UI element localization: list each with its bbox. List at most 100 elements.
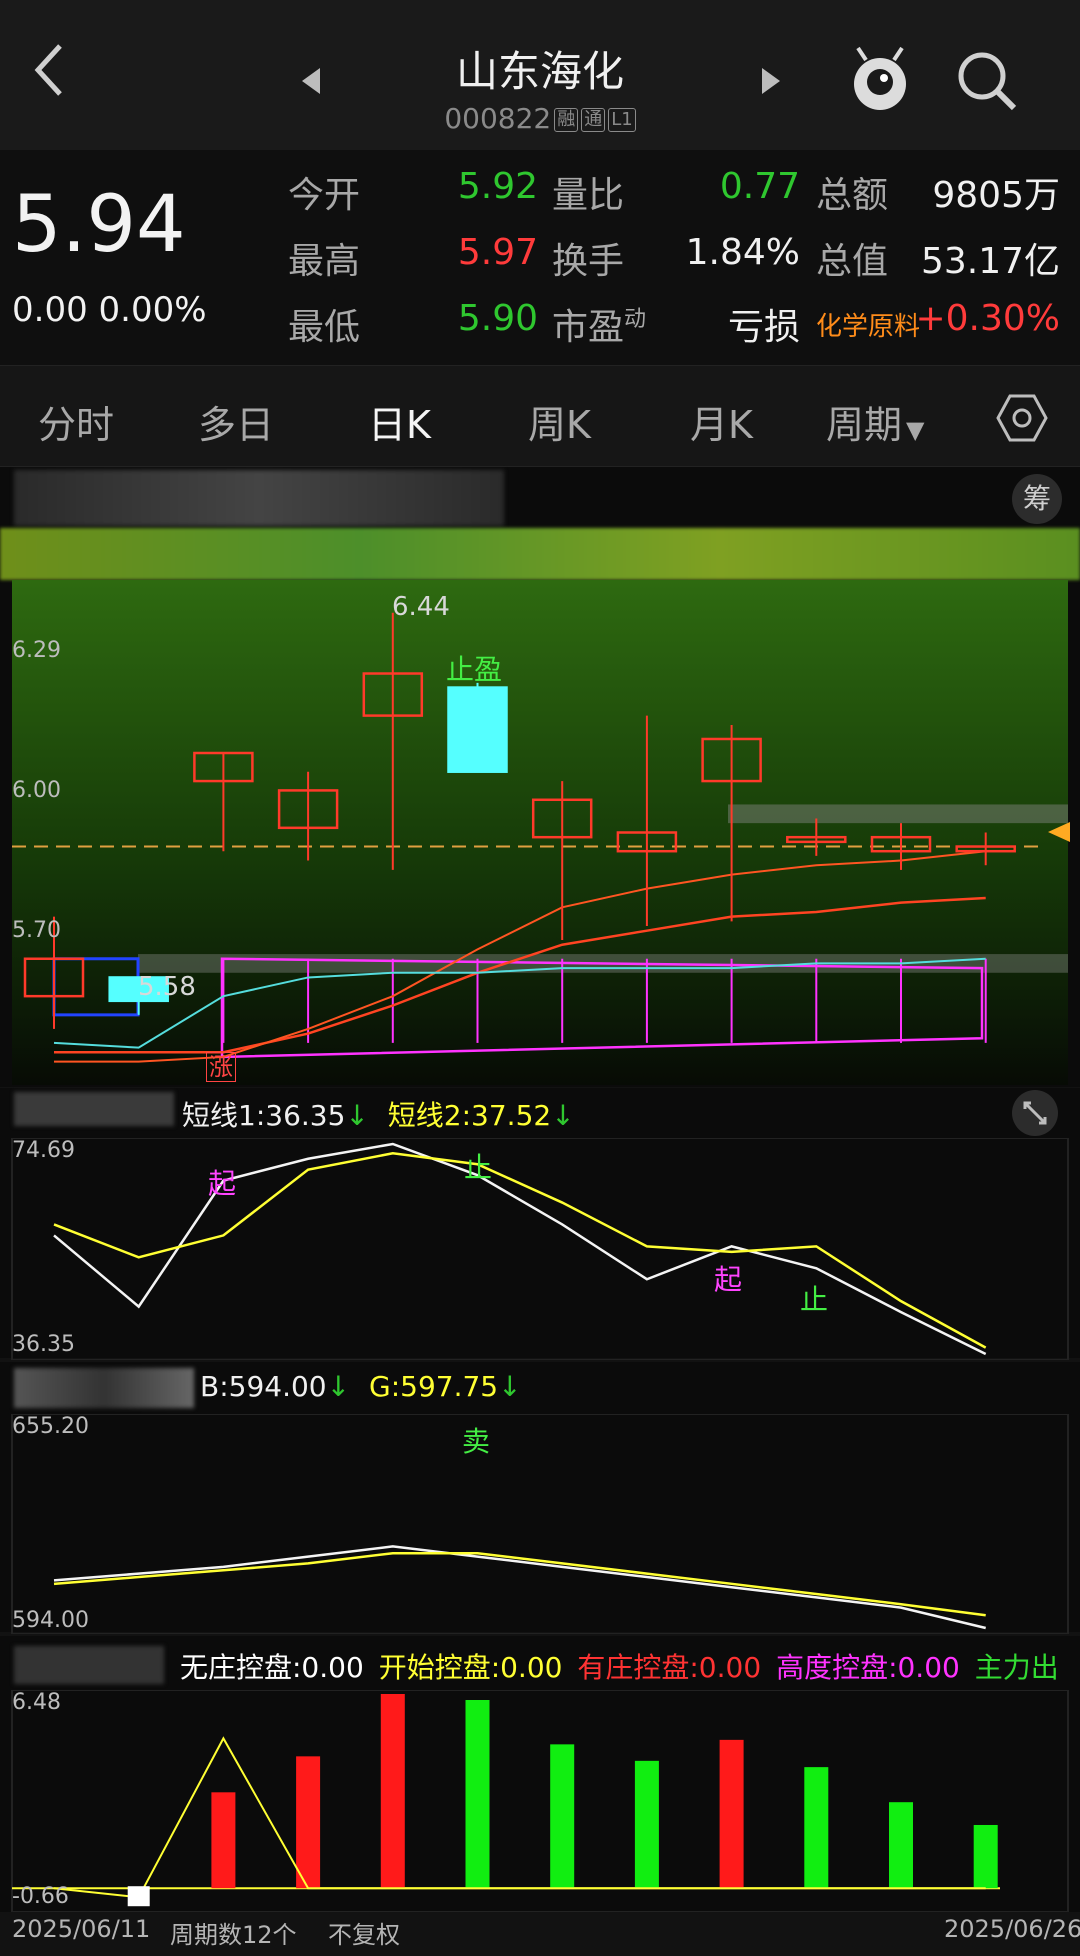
chevron-down-icon: ▼ [906, 416, 925, 444]
blurred-legend [14, 470, 504, 526]
down-arrow-icon: ↓ [326, 1370, 351, 1403]
indicator3-values: 无庄控盘:0.00 开始控盘:0.00 有庄控盘:0.00 高度控盘:0.00 … [180, 1646, 1059, 1686]
search-icon[interactable] [956, 50, 1018, 112]
control-bar [465, 1699, 490, 1889]
control-bar [211, 1792, 236, 1889]
control-bar [550, 1744, 575, 1889]
pe-value: 亏损 [727, 307, 800, 348]
indicator2-max: 655.20 [12, 1414, 89, 1439]
control-bar [634, 1760, 659, 1889]
short-line2-value: 短线2:37.52 [387, 1099, 552, 1132]
high-price-label: 6.44 [392, 592, 450, 622]
start-date: 2025/06/11 [12, 1915, 151, 1943]
indicator1-series-line [53, 1151, 987, 1349]
g-line-value: G:597.75 [369, 1370, 499, 1403]
period-count: 周期数12个 [170, 1921, 297, 1949]
tab-monthly-k[interactable]: 月K [690, 394, 753, 449]
price-change: 0.00 0.00% [12, 290, 207, 330]
sector-change: +0.30% [915, 298, 1060, 339]
stock-code-line: 000822 融通 L1 [0, 102, 1080, 135]
indicator2-min: 594.00 [12, 1608, 89, 1633]
low-price-label: 5.58 [138, 972, 196, 1002]
control-bar [804, 1767, 829, 1889]
open-label: 今开 [288, 175, 361, 216]
last-price: 5.94 [12, 180, 186, 270]
blurred-signal-bar [0, 528, 1080, 580]
stop-mark-1: 止 [464, 1151, 493, 1184]
price-axis-5-70: 5.70 [12, 918, 61, 943]
volume-ratio-label: 量比 [552, 175, 625, 216]
volume-ratio-value: 0.77 [719, 166, 800, 207]
period-tabs: 分时 多日 日K 周K 月K 周期 ▼ [0, 365, 1080, 467]
control-bar [973, 1824, 998, 1889]
turnover-value: 1.84% [685, 232, 800, 273]
chip-distribution-button[interactable]: 筹 [1012, 474, 1062, 524]
control-bar [296, 1756, 321, 1889]
mascot-icon[interactable] [848, 44, 912, 118]
price-axis-6-00: 6.00 [12, 778, 61, 803]
indicator3-min: -0.66 [12, 1884, 69, 1909]
control-bar [719, 1739, 744, 1889]
tab-intraday[interactable]: 分时 [38, 394, 114, 449]
amount-label: 总额 [816, 175, 889, 216]
stop-mark-2: 止 [800, 1283, 829, 1316]
indicator1-values: 短线1:36.35↓ 短线2:37.52↓ [182, 1094, 575, 1134]
stock-code: 000822 [444, 102, 552, 135]
indicator3-max: 6.48 [12, 1690, 61, 1715]
indicator2-values: B:594.00↓ G:597.75↓ [200, 1370, 522, 1403]
low-value: 5.90 [457, 298, 538, 339]
sell-mark: 卖 [462, 1425, 491, 1458]
next-stock-icon[interactable] [756, 66, 784, 96]
b-line-value: B:594.00 [200, 1370, 327, 1403]
pe-label-text: 市盈 [552, 307, 625, 348]
turnover-label: 换手 [552, 241, 625, 282]
short-line1-value: 短线1:36.35 [182, 1099, 346, 1132]
indicator1-chart [11, 1138, 1069, 1360]
control-bar [380, 1694, 405, 1889]
candle-body [447, 686, 508, 773]
settings-hexagon-icon[interactable] [996, 392, 1048, 444]
start-control-value: 开始控盘:0.00 [378, 1651, 563, 1684]
tab-period-dropdown[interactable]: 周期 ▼ [826, 394, 924, 449]
indicator3-chart [11, 1690, 1069, 1912]
kline-chart [12, 580, 1068, 1085]
blurred-indicator2-name [14, 1368, 194, 1408]
blurred-indicator3-name [14, 1646, 164, 1684]
high-value: 5.97 [457, 232, 538, 273]
rise-tag: 涨 [206, 1052, 236, 1082]
price-axis-6-29: 6.29 [12, 638, 61, 663]
tab-period-label: 周期 [826, 403, 903, 447]
adjust-mode[interactable]: 不复权 [328, 1915, 400, 1950]
down-arrow-icon: ↓ [498, 1370, 522, 1403]
tab-multi-day[interactable]: 多日 [198, 394, 274, 449]
low-label: 最低 [288, 307, 361, 348]
change-percent: 0.00% [98, 290, 207, 330]
expand-button[interactable] [1012, 1090, 1058, 1136]
tag-connect: 通 [581, 108, 606, 132]
tab-daily-k[interactable]: 日K [368, 394, 431, 449]
start-mark-1: 起 [208, 1167, 237, 1200]
tab-weekly-k[interactable]: 周K [528, 394, 591, 449]
down-arrow-icon: ↓ [345, 1099, 369, 1132]
market-cap-label: 总值 [816, 241, 889, 282]
indicator1-series-line [53, 1142, 987, 1356]
control-line [53, 1736, 986, 1899]
pe-dynamic-mark: 动 [624, 307, 647, 332]
high-control-value: 高度控盘:0.00 [776, 1651, 960, 1684]
has-control-value: 有庄控盘:0.00 [577, 1651, 762, 1684]
current-price-marker-icon [1048, 822, 1070, 842]
open-value: 5.92 [457, 166, 538, 207]
end-date: 2025/06/26 [944, 1915, 1080, 1943]
amount-value: 9805万 [932, 175, 1060, 216]
market-cap-value: 53.17亿 [920, 241, 1060, 282]
control-bar [889, 1802, 913, 1889]
stop-profit-label: 止盈 [446, 653, 503, 686]
start-mark-2: 起 [714, 1263, 743, 1296]
top-bar: 山东海化 000822 融通 L1 [0, 0, 1080, 150]
pe-label: 市盈动 [552, 298, 646, 350]
expand-icon [1023, 1101, 1047, 1125]
sector-name[interactable]: 化学原料 [816, 306, 920, 343]
indicator1-min: 36.35 [12, 1332, 75, 1357]
resistance-zone [728, 804, 1068, 824]
change-value: 0.00 [12, 290, 88, 330]
